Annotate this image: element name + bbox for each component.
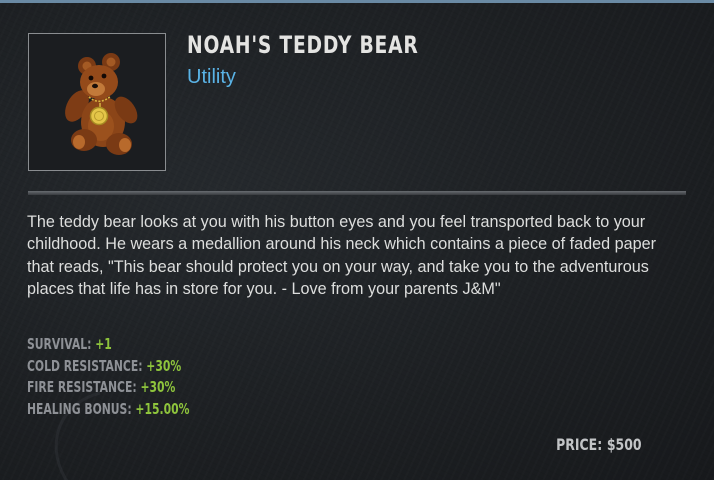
stats-list: SURVIVAL: +1 COLD RESISTANCE: +30% FIRE … xyxy=(27,334,253,420)
item-name: NOAH'S TEDDY BEAR xyxy=(187,31,419,59)
stat-survival: SURVIVAL: +1 xyxy=(27,334,189,356)
stat-cold-resistance: COLD RESISTANCE: +30% xyxy=(27,356,189,378)
price-label: PRICE: xyxy=(556,435,603,454)
stat-label: SURVIVAL: xyxy=(27,335,92,353)
stat-healing-bonus: HEALING BONUS: +15.00% xyxy=(27,399,189,421)
item-icon-frame xyxy=(28,33,166,171)
teddy-bear-icon xyxy=(65,53,138,155)
item-description: The teddy bear looks at you with his but… xyxy=(27,213,657,299)
stat-value: +30% xyxy=(146,356,182,375)
divider xyxy=(28,191,686,195)
stat-value: +15.00% xyxy=(135,399,190,418)
item-tooltip: NOAH'S TEDDY BEAR Utility The teddy bear… xyxy=(0,0,714,480)
stat-value: +30% xyxy=(140,378,176,396)
price-value: $500 xyxy=(607,435,642,454)
stat-label: COLD RESISTANCE: xyxy=(27,356,143,375)
item-type: Utility xyxy=(187,66,236,88)
stat-fire-resistance: FIRE RESISTANCE: +30% xyxy=(27,377,189,399)
stat-value: +1 xyxy=(95,335,112,353)
item-price: PRICE: $500 xyxy=(557,435,642,454)
stat-label: HEALING BONUS: xyxy=(27,399,132,418)
stat-label: FIRE RESISTANCE: xyxy=(27,378,137,396)
